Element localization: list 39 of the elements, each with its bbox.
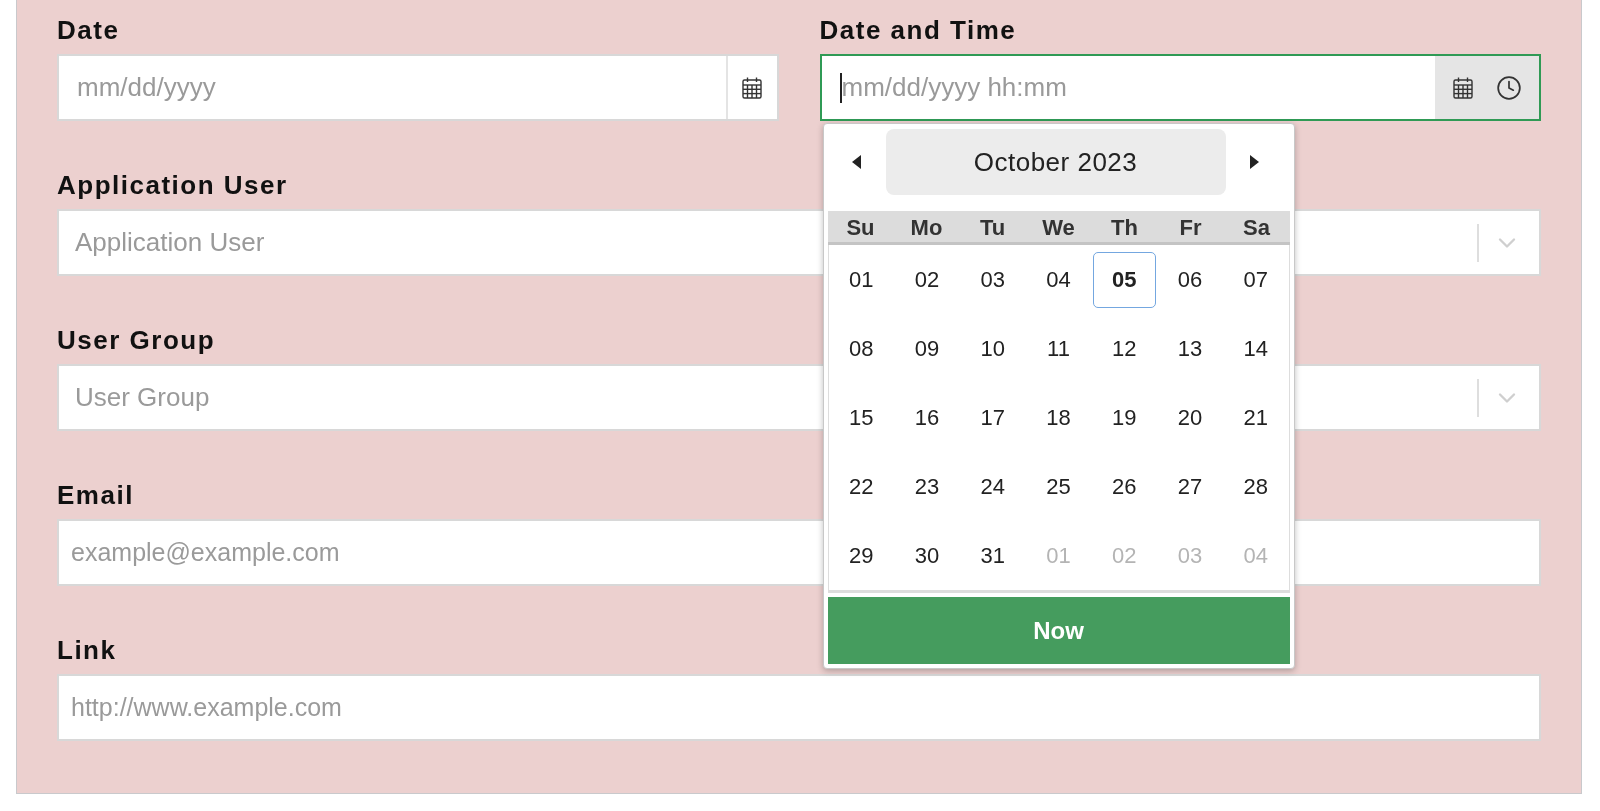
day-cell[interactable]: 30: [895, 527, 959, 584]
weekday-label: Tu: [978, 214, 1007, 242]
left-triangle-icon: [852, 155, 861, 169]
field-label: User Group: [57, 328, 216, 352]
day-cell[interactable]: 26: [1092, 458, 1156, 515]
placeholder-text: User Group: [75, 381, 210, 414]
clock-icon: [1496, 74, 1522, 101]
placeholder-text: example@example.com: [71, 536, 340, 568]
placeholder-text: mm/dd/yyyy: [77, 71, 216, 104]
day-cell[interactable]: 23: [895, 458, 959, 515]
clock-button[interactable]: [1496, 74, 1522, 101]
day-cell[interactable]: 28: [1224, 458, 1288, 515]
weekday-label: Su: [845, 214, 876, 242]
calendar-icon: [1452, 75, 1474, 100]
field-label: Link: [57, 638, 117, 662]
day-cell[interactable]: 29: [829, 527, 893, 584]
field-label: Date and Time: [819, 18, 1017, 42]
day-cell[interactable]: 25: [1027, 458, 1090, 515]
weekday-label: Fr: [1178, 214, 1203, 242]
calendar-button[interactable]: [1452, 75, 1474, 100]
day-cell[interactable]: 24: [961, 458, 1025, 515]
day-cell[interactable]: 05: [1092, 251, 1156, 308]
field-label: Application User: [57, 173, 288, 197]
day-cell[interactable]: 27: [1158, 458, 1222, 515]
weekday-label: Sa: [1242, 214, 1271, 242]
field-label: Email: [57, 483, 134, 507]
text-cursor: [839, 72, 842, 103]
weekday-label: We: [1041, 214, 1076, 242]
weekday-label: Th: [1110, 214, 1139, 242]
right-triangle-icon: [1250, 155, 1259, 169]
placeholder-text: http://www.example.com: [71, 691, 342, 723]
placeholder-text: mm/dd/yyyy hh:mm: [841, 71, 1067, 104]
month-year-button[interactable]: October 2023: [885, 129, 1226, 195]
placeholder-text: Application User: [75, 226, 265, 259]
weekday-label: Mo: [909, 214, 944, 242]
calendar-icon: [741, 75, 763, 100]
day-cell[interactable]: 22: [829, 458, 893, 515]
field-label: Date: [57, 18, 120, 42]
day-cell[interactable]: 31: [961, 527, 1025, 584]
